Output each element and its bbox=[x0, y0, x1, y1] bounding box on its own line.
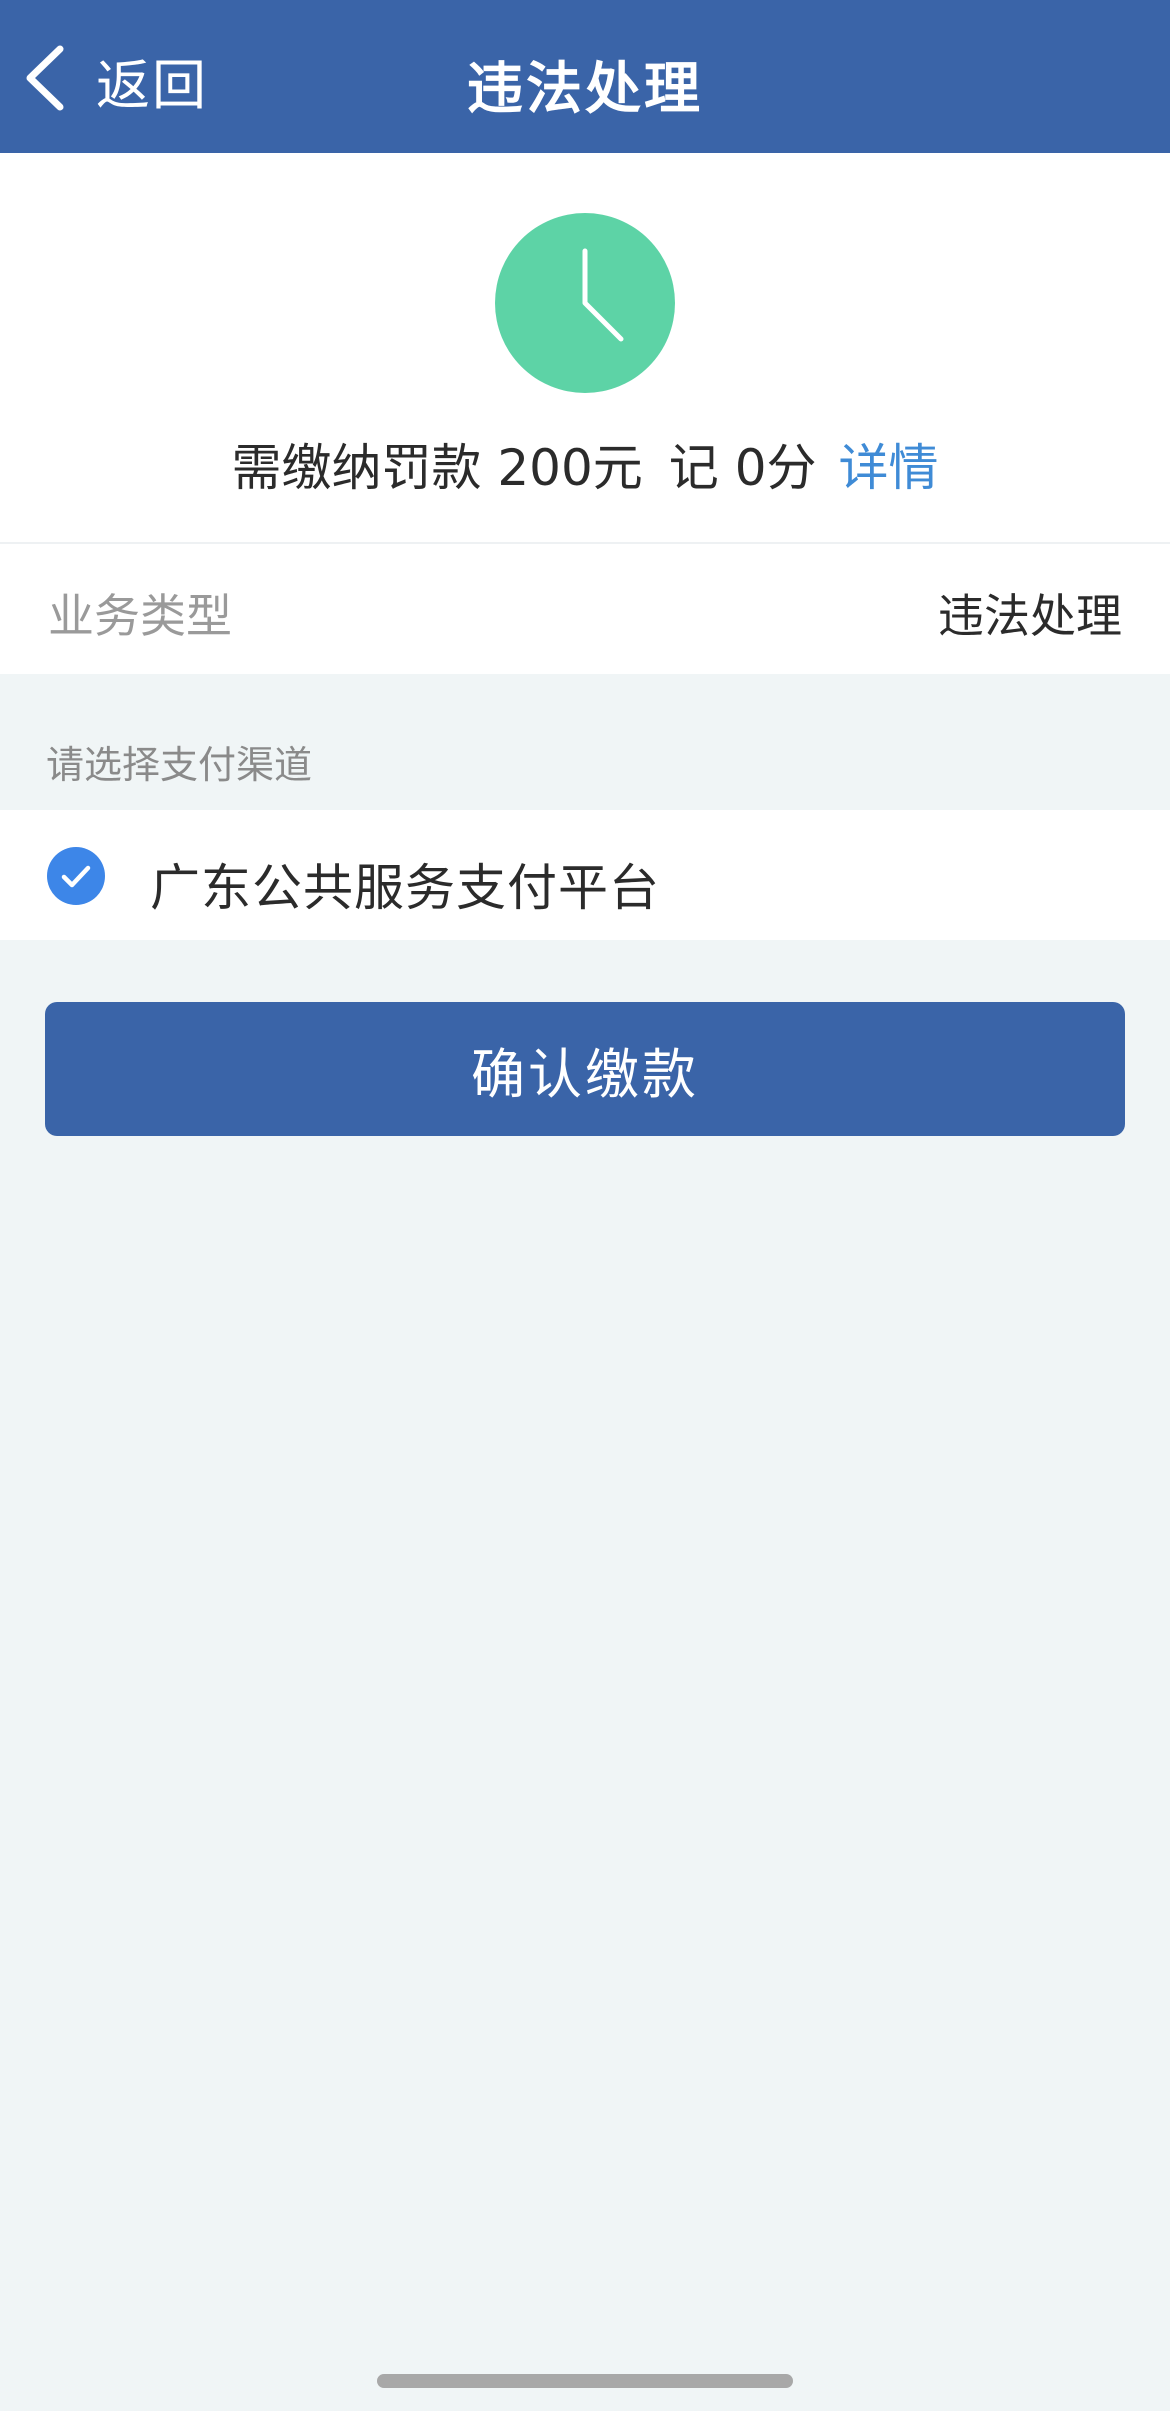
page-title: 违法处理 bbox=[467, 57, 703, 122]
fine-summary-card: 需缴纳罚款 200元记 0分 详情 bbox=[0, 153, 1170, 543]
business-type-row: 业务类型 违法处理 bbox=[0, 544, 1170, 674]
nav-bar: 返回 违法处理 bbox=[0, 0, 1170, 153]
details-link[interactable]: 详情 bbox=[839, 428, 939, 500]
checkmark-circle-icon[interactable] bbox=[47, 847, 105, 905]
fine-info: 需缴纳罚款 200元记 0分 详情 bbox=[0, 428, 1170, 500]
home-indicator[interactable] bbox=[377, 2374, 793, 2388]
business-type-label: 业务类型 bbox=[48, 589, 232, 643]
penalty-points: 记 0分 bbox=[668, 439, 817, 497]
clock-icon bbox=[495, 213, 675, 393]
confirm-payment-button[interactable]: 确认缴款 bbox=[45, 1002, 1125, 1136]
business-type-value: 违法处理 bbox=[938, 589, 1122, 643]
payment-section-title: 请选择支付渠道 bbox=[46, 743, 313, 787]
fine-amount: 需缴纳罚款 200元 bbox=[231, 439, 643, 497]
payment-page: 返回 违法处理 需缴纳罚款 200元记 0分 详情 业务类型 违法处理 请选择支付… bbox=[0, 0, 1170, 2411]
payment-channel-option[interactable]: 广东公共服务支付平台 bbox=[0, 810, 1170, 940]
payment-channel-label: 广东公共服务支付平台 bbox=[150, 859, 660, 917]
